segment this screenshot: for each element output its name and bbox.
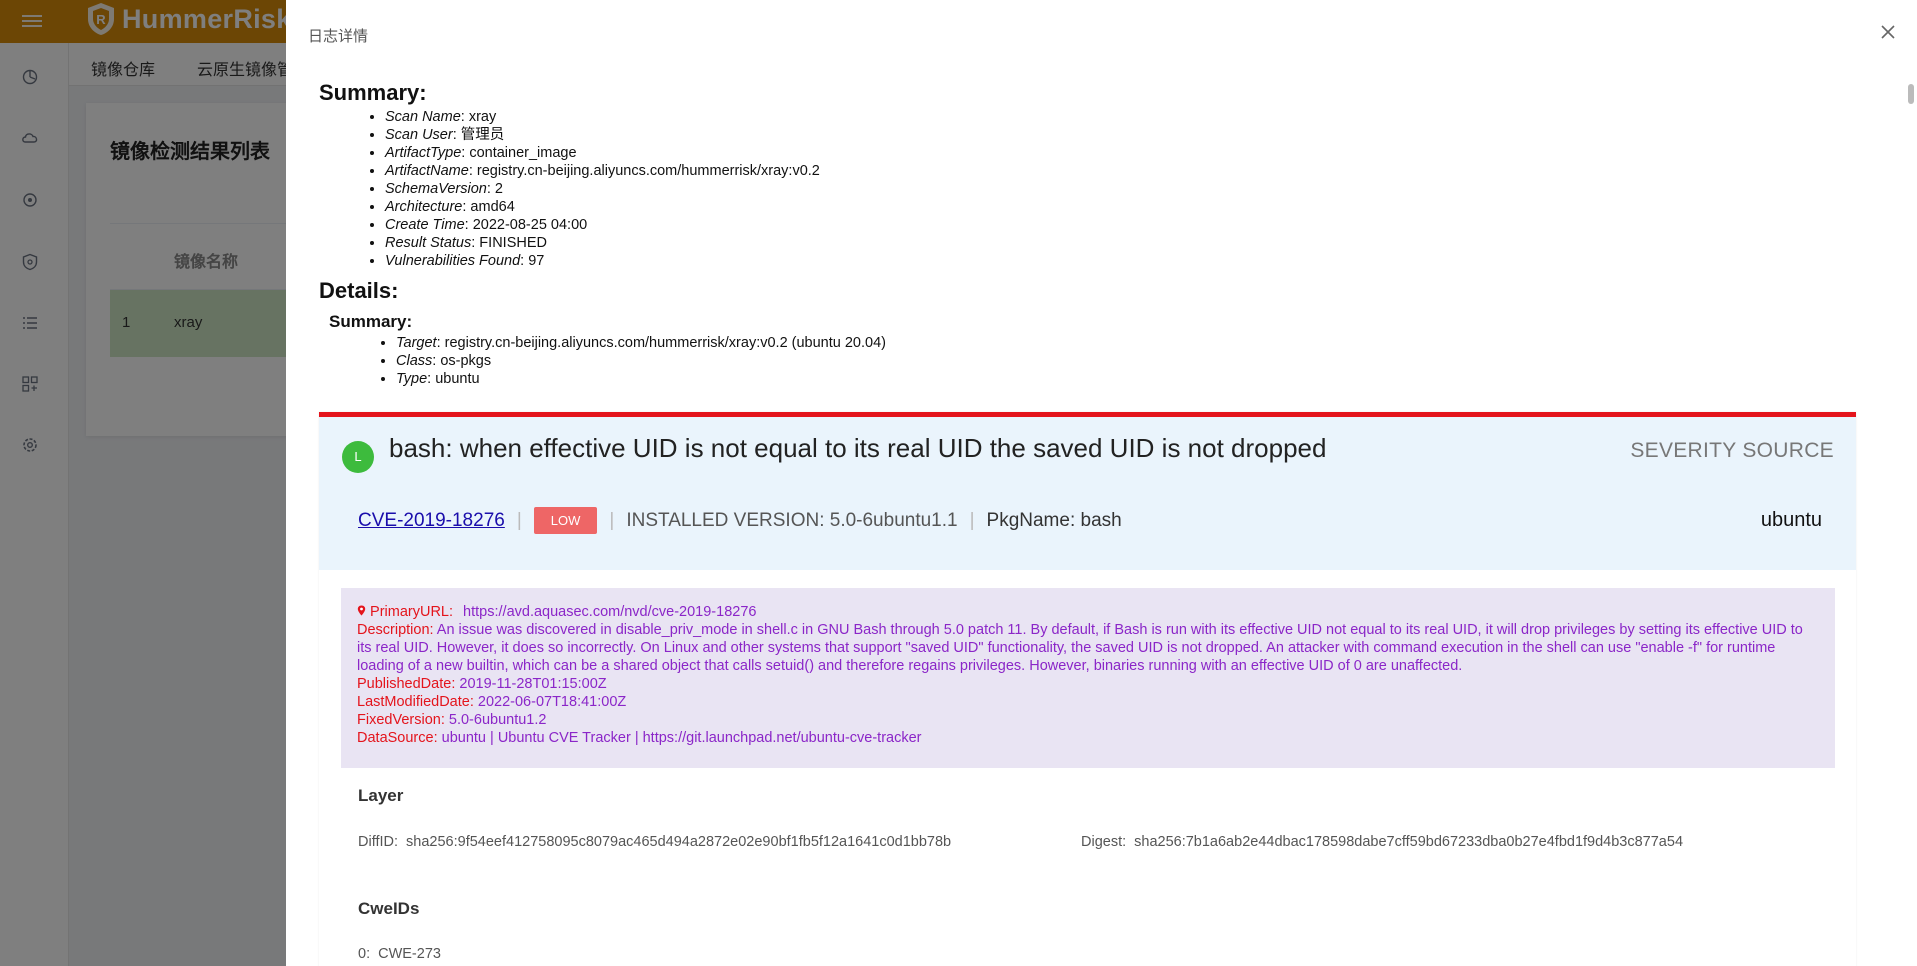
summary-item: ArtifactName: registry.cn-beijing.aliyun…	[385, 162, 1879, 180]
details-key: Class	[396, 353, 433, 369]
vulnerability-header: L bash: when effective UID is not equal …	[319, 417, 1856, 570]
summary-value: : 2022-08-25 04:00	[464, 217, 588, 233]
cwe-index: 0:	[358, 946, 371, 962]
modified-line: LastModifiedDate: 2022-06-07T18:41:00Z	[357, 693, 1819, 711]
summary-value: : FINISHED	[471, 235, 547, 251]
package-name: PkgName: bash	[986, 509, 1122, 531]
summary-value: : 97	[520, 253, 545, 269]
summary-key: Create Time	[385, 217, 465, 233]
vulnerability-detail-box: PrimaryURL: https://avd.aquasec.com/nvd/…	[341, 588, 1835, 768]
summary-item: Scan Name: xray	[385, 108, 1879, 126]
cweids-heading: CweIDs	[358, 899, 420, 918]
modified-value: 2022-06-07T18:41:00Z	[477, 694, 627, 710]
scrollbar-thumb[interactable]	[1908, 84, 1914, 104]
details-item: Class: os-pkgs	[396, 352, 1879, 370]
vulnerability-meta: CVE-2019-18276 | LOW | INSTALLED VERSION…	[358, 507, 1122, 534]
summary-value: : 管理员	[452, 127, 505, 143]
cwe-value: CWE-273	[378, 946, 441, 962]
datasource-label: DataSource:	[357, 730, 438, 746]
summary-item: Architecture: amd64	[385, 198, 1879, 216]
details-heading: Details:	[319, 278, 399, 303]
close-icon[interactable]	[1878, 22, 1898, 42]
datasource-line: DataSource: ubuntu | Ubuntu CVE Tracker …	[357, 729, 1819, 747]
published-label: PublishedDate:	[357, 676, 456, 692]
layer-heading: Layer	[358, 786, 404, 805]
primary-url-label: PrimaryURL:	[370, 604, 454, 620]
summary-heading: Summary:	[319, 80, 427, 105]
details-key: Type	[396, 371, 428, 387]
diffid-value: sha256:9f54eef412758095c8079ac465d494a28…	[406, 834, 952, 850]
summary-key: SchemaVersion	[385, 181, 487, 197]
summary-key: ArtifactType	[385, 145, 462, 161]
cve-link[interactable]: CVE-2019-18276	[358, 510, 505, 532]
summary-value: : xray	[460, 109, 497, 125]
details-key: Target	[396, 335, 437, 351]
digest-value: sha256:7b1a6ab2e44dbac178598dabe7cff59bd…	[1134, 834, 1684, 850]
summary-item: Create Time: 2022-08-25 04:00	[385, 216, 1879, 234]
separator: |	[516, 509, 522, 531]
details-value: : os-pkgs	[432, 353, 492, 369]
severity-source-value: ubuntu	[1760, 509, 1822, 531]
details-summary-heading: Summary:	[329, 312, 413, 331]
report-document: Summary: Scan Name: xray Scan User: 管理员 …	[319, 78, 1879, 388]
cwe-line: 0: CWE-273	[358, 946, 441, 962]
summary-key: Architecture	[385, 199, 463, 215]
diffid-label: DiffID:	[358, 834, 399, 850]
severity-badge: LOW	[533, 507, 598, 534]
summary-key: Scan Name	[385, 109, 461, 125]
datasource-value: ubuntu | Ubuntu CVE Tracker | https://gi…	[441, 730, 922, 746]
primary-url-link[interactable]: https://avd.aquasec.com/nvd/cve-2019-182…	[463, 604, 756, 620]
details-item: Type: ubuntu	[396, 370, 1879, 388]
severity-level-badge: L	[342, 441, 374, 473]
primary-url-line: PrimaryURL: https://avd.aquasec.com/nvd/…	[357, 603, 1819, 621]
modified-label: LastModifiedDate:	[357, 694, 474, 710]
vulnerability-title: bash: when effective UID is not equal to…	[389, 433, 1327, 463]
summary-item: Vulnerabilities Found: 97	[385, 252, 1879, 270]
summary-key: Vulnerabilities Found	[385, 253, 521, 269]
summary-value: : container_image	[461, 145, 577, 161]
details-value: : registry.cn-beijing.aliyuncs.com/humme…	[436, 335, 886, 351]
separator: |	[609, 509, 615, 531]
summary-value: : 2	[486, 181, 503, 197]
summary-value: : registry.cn-beijing.aliyuncs.com/humme…	[468, 163, 820, 179]
severity-source-label: SEVERITY SOURCE	[1630, 439, 1834, 462]
summary-key: ArtifactName	[385, 163, 469, 179]
summary-item: Result Status: FINISHED	[385, 234, 1879, 252]
description-text: An issue was discovered in disable_priv_…	[357, 622, 1803, 674]
location-pin-icon	[357, 605, 366, 616]
summary-list: Scan Name: xray Scan User: 管理员 ArtifactT…	[319, 108, 1879, 270]
fixed-version-label: FixedVersion:	[357, 712, 445, 728]
summary-key: Scan User	[385, 127, 453, 143]
published-value: 2019-11-28T01:15:00Z	[459, 676, 607, 692]
summary-key: Result Status	[385, 235, 472, 251]
digest-label: Digest:	[1081, 834, 1127, 850]
summary-value: : amd64	[462, 199, 515, 215]
installed-version: INSTALLED VERSION: 5.0-6ubuntu1.1	[626, 509, 958, 531]
vulnerability-card: L bash: when effective UID is not equal …	[319, 412, 1856, 966]
separator: |	[969, 509, 975, 531]
diffid-line: DiffID: sha256:9f54eef412758095c8079ac465…	[358, 834, 951, 850]
summary-item: Scan User: 管理员	[385, 126, 1879, 144]
drawer-title: 日志详情	[308, 28, 369, 45]
details-list: Target: registry.cn-beijing.aliyuncs.com…	[319, 334, 1879, 388]
digest-line: Digest: sha256:7b1a6ab2e44dbac178598dabe7…	[1081, 834, 1683, 850]
fixed-version-value: 5.0-6ubuntu1.2	[448, 712, 547, 728]
details-value: : ubuntu	[427, 371, 480, 387]
fixed-version-line: FixedVersion: 5.0-6ubuntu1.2	[357, 711, 1819, 729]
summary-item: ArtifactType: container_image	[385, 144, 1879, 162]
log-detail-drawer: 日志详情 Summary: Scan Name: xray Scan User:…	[286, 0, 1917, 966]
description-line: Description: An issue was discovered in …	[357, 621, 1819, 675]
summary-item: SchemaVersion: 2	[385, 180, 1879, 198]
published-line: PublishedDate: 2019-11-28T01:15:00Z	[357, 675, 1819, 693]
details-item: Target: registry.cn-beijing.aliyuncs.com…	[396, 334, 1879, 352]
description-label: Description:	[357, 622, 434, 638]
